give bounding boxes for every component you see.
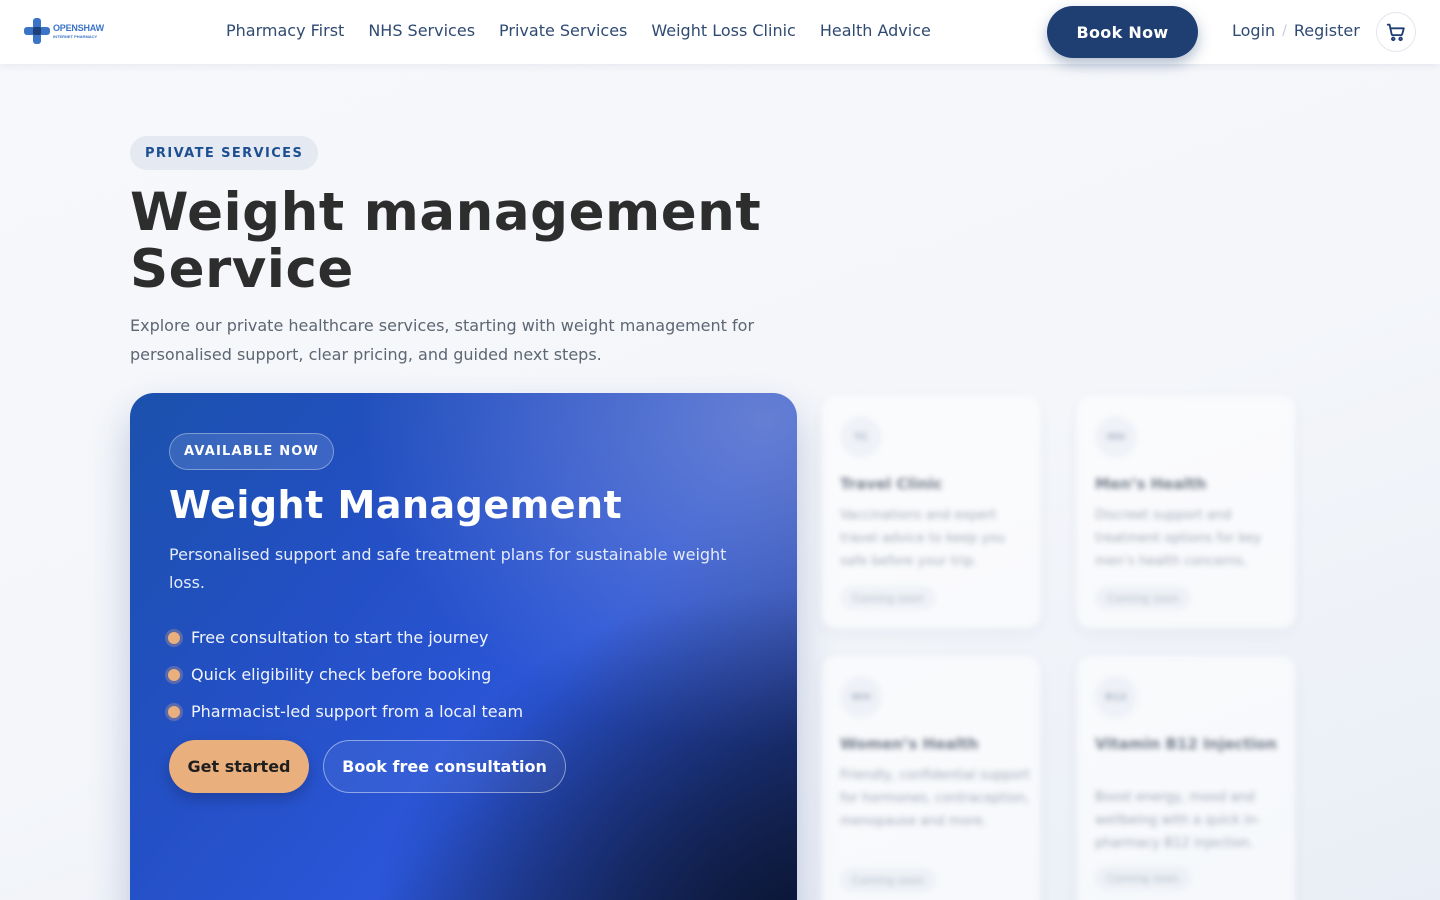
page-subtitle: Explore our private healthcare services,… (130, 316, 755, 364)
service-badge: TC (840, 416, 882, 458)
bullet-dot-icon (168, 668, 180, 681)
feature-bullet-text: Quick eligibility check before booking (191, 665, 492, 684)
nav-link-health-advice[interactable]: Health Advice (820, 21, 931, 41)
auth-separator: / (1282, 23, 1287, 39)
coming-soon-badge: Coming soon (840, 868, 936, 892)
main-nav: Pharmacy First NHS Services Private Serv… (226, 21, 931, 41)
brand-logo[interactable]: OPENSHAW INTERNET PHARMACY (24, 17, 108, 45)
service-badge: B12 (1095, 676, 1137, 718)
feature-bullet-text: Free consultation to start the journey (191, 628, 489, 647)
site-header: OPENSHAW INTERNET PHARMACY Pharmacy Firs… (0, 0, 1440, 64)
nav-link-nhs-services[interactable]: NHS Services (368, 21, 475, 41)
coming-soon-badge: Coming soon (1095, 866, 1191, 890)
cart-button[interactable] (1376, 12, 1416, 52)
brand-name: OPENSHAW (53, 22, 104, 33)
feature-bullet: Free consultation to start the journey (168, 619, 523, 656)
service-description: Friendly, confidential support for hormo… (840, 768, 1030, 829)
feature-description: Personalised support and safe treatment … (169, 545, 727, 592)
get-started-button[interactable]: Get started (169, 740, 309, 793)
service-description: Vaccinations and expert travel advice to… (840, 508, 1006, 569)
coming-soon-badge: Coming soon (1095, 586, 1191, 610)
bullet-dot-icon (168, 631, 180, 644)
service-title: Vitamin B12 Injection (1095, 735, 1277, 753)
book-free-consultation-button[interactable]: Book free consultation (323, 740, 566, 793)
service-title: Men’s Health (1095, 475, 1207, 493)
weight-management-card: AVAILABLE NOW Weight Management Personal… (130, 393, 797, 900)
feature-bullet: Pharmacist-led support from a local team (168, 693, 523, 730)
service-description: Boost energy, mood and wellbeing with a … (1095, 790, 1261, 851)
brand-tagline: INTERNET PHARMACY (53, 33, 98, 39)
nav-link-pharmacy-first[interactable]: Pharmacy First (226, 21, 344, 41)
cart-icon (1386, 23, 1405, 42)
nav-link-weight-loss-clinic[interactable]: Weight Loss Clinic (651, 21, 795, 41)
service-description: Discreet support and treatment options f… (1095, 508, 1262, 569)
feature-bullet-list: Free consultation to start the journey Q… (168, 619, 523, 730)
nav-link-private-services[interactable]: Private Services (499, 21, 627, 41)
page-title: Weight management Service (130, 182, 762, 300)
auth-links: Login / Register (1232, 21, 1360, 41)
cross-logo-icon (24, 18, 50, 44)
service-title: Travel Clinic (840, 475, 943, 493)
coming-soon-badge: Coming soon (840, 586, 936, 610)
book-now-button[interactable]: Book Now (1047, 6, 1198, 58)
service-badge: WH (840, 676, 882, 718)
register-link[interactable]: Register (1294, 21, 1360, 41)
service-card-travel-clinic[interactable]: TC Travel Clinic Vaccinations and expert… (822, 396, 1040, 628)
availability-badge: AVAILABLE NOW (169, 433, 335, 470)
service-card-vitamin-b12[interactable]: B12 Vitamin B12 Injection Boost energy, … (1077, 656, 1295, 900)
service-badge: MH (1095, 416, 1137, 458)
feature-title: Weight Management (169, 483, 623, 527)
section-eyebrow: PRIVATE SERVICES (130, 136, 319, 170)
service-title: Women’s Health (840, 735, 979, 753)
feature-bullet: Quick eligibility check before booking (168, 656, 523, 693)
service-card-womens-health[interactable]: WH Women’s Health Friendly, confidential… (822, 656, 1040, 900)
bullet-dot-icon (168, 705, 180, 718)
login-link[interactable]: Login (1232, 21, 1275, 41)
service-card-mens-health[interactable]: MH Men’s Health Discreet support and tre… (1077, 396, 1295, 628)
feature-bullet-text: Pharmacist-led support from a local team (191, 702, 524, 721)
brand-wordmark: OPENSHAW INTERNET PHARMACY (53, 22, 104, 39)
